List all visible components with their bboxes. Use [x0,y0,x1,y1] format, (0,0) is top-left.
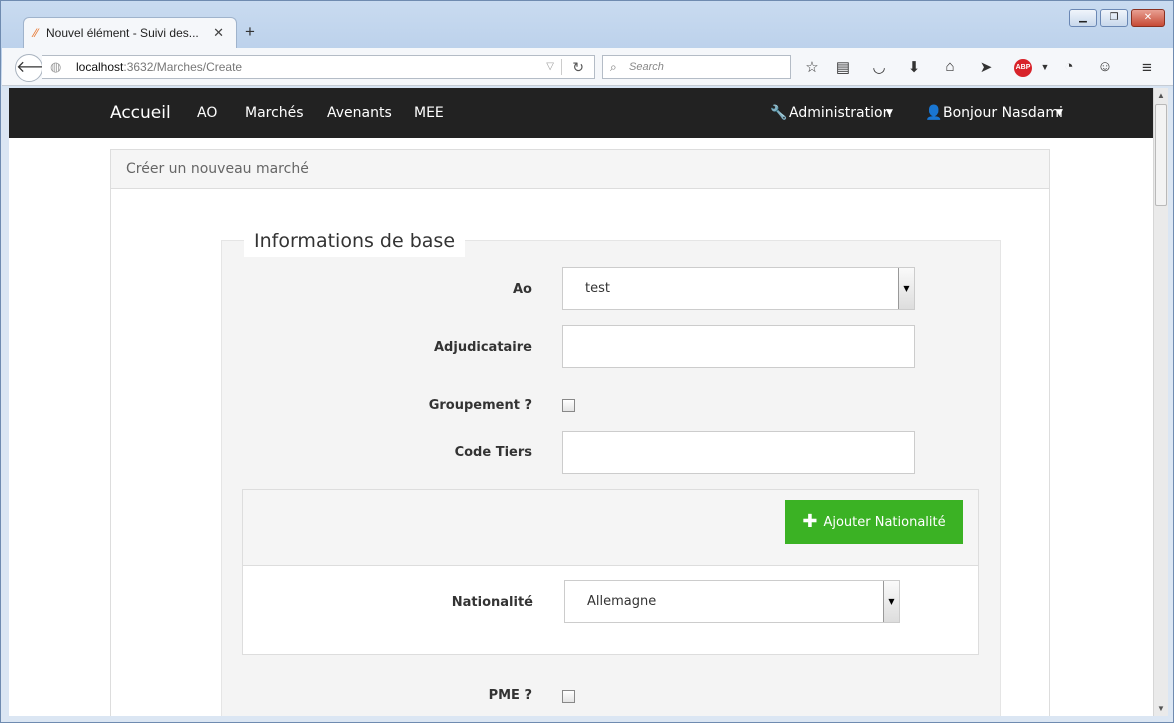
page-scrollbar[interactable]: ▲ ▼ [1153,88,1168,716]
adjudicataire-label: Adjudicataire [434,340,532,355]
minimize-button[interactable]: ▁ [1069,9,1097,27]
search-input[interactable]: ⌕ Search [602,55,791,79]
scrollbar-thumb[interactable] [1155,104,1167,206]
select-arrow-icon[interactable]: ▼ [898,268,914,309]
nationalite-panel: ✚ Ajouter Nationalité Nationalité Allemag… [242,489,979,655]
pme-checkbox[interactable] [562,690,575,703]
user-caret-icon: ▼ [1056,108,1063,118]
nav-administration[interactable]: Administration [789,88,891,138]
chat-icon[interactable]: ☺ [1095,58,1115,75]
adblock-dropdown-icon[interactable]: ▼ [1035,62,1055,72]
send-icon[interactable]: ➤ [976,58,996,76]
site-navbar: Accueil AO Marchés Avenants MEE 🔧 Admini… [9,88,1153,138]
ao-select[interactable]: test ▼ [562,267,915,310]
code-tiers-label: Code Tiers [454,445,532,460]
tab-close-icon[interactable]: ✕ [213,25,224,41]
page-content: Accueil AO Marchés Avenants MEE 🔧 Admini… [9,88,1153,716]
nationalite-panel-header: ✚ Ajouter Nationalité [243,490,978,566]
menu-icon[interactable]: ≡ [1137,58,1157,78]
add-nationalite-button[interactable]: ✚ Ajouter Nationalité [785,500,963,544]
back-button[interactable]: 🡐 [15,54,59,82]
plus-icon: ✚ [802,511,818,532]
adblock-icon[interactable]: ABP [1014,59,1032,77]
bookmark-star-icon[interactable]: ☆ [802,58,822,76]
new-tab-button[interactable]: + [245,22,255,42]
browser-tab[interactable]: ⁄⁄ Nouvel élément - Suivi des... ✕ [23,17,237,48]
url-dropdown-icon[interactable]: ▽ [546,56,554,78]
wrench-icon: 🔧 [770,105,788,121]
nav-item-ao[interactable]: AO [197,88,217,138]
globe-icon: ◍ [50,59,62,74]
nationalite-select-value: Allemagne [587,594,657,609]
maximize-button[interactable]: ❐ [1100,9,1128,27]
groupement-checkbox[interactable] [562,399,575,412]
select-arrow-icon[interactable]: ▼ [883,581,899,622]
fieldset-legend: Informations de base [244,225,466,257]
groupement-label: Groupement ? [428,398,532,413]
ao-label: Ao [513,282,532,297]
nationalite-label: Nationalité [451,595,533,610]
url-host: localhost [76,60,124,74]
nav-item-mee[interactable]: MEE [414,88,444,138]
pocket-icon[interactable]: ◡ [869,58,889,76]
create-panel: Créer un nouveau marché Ao test ▼ Adjudi… [110,149,1050,716]
user-icon: 👤 [925,105,943,121]
tab-title: Nouvel élément - Suivi des... [46,26,199,40]
url-separator [561,59,562,75]
pme-label: PME ? [488,688,532,703]
nav-user[interactable]: Bonjour Nasdami [943,88,1063,138]
url-path: :3632/Marches/Create [123,60,243,74]
ao-select-value: test [585,281,610,296]
url-bar[interactable]: ◍ localhost:3632/Marches/Create ▽ ↻ [42,55,595,79]
scroll-up-icon[interactable]: ▲ [1157,91,1165,100]
nav-item-avenants[interactable]: Avenants [327,88,392,138]
admin-caret-icon: ▼ [886,108,893,118]
nav-item-marches[interactable]: Marchés [245,88,304,138]
adjudicataire-field[interactable] [562,325,915,368]
search-placeholder: Search [629,61,664,73]
page-favicon-icon: ⁄⁄ [34,26,39,40]
download-icon[interactable]: ⬇ [904,58,924,76]
add-nationalite-label: Ajouter Nationalité [823,515,946,530]
sync-icon[interactable]: ◔ [1059,58,1079,75]
window-controls: ▁ ❐ ✕ [1069,9,1165,27]
panel-title: Créer un nouveau marché [111,150,1049,189]
home-icon[interactable]: ⌂ [940,58,960,75]
nationalite-select[interactable]: Allemagne ▼ [564,580,900,623]
nav-brand[interactable]: Accueil [110,88,171,138]
search-icon: ⌕ [610,60,617,74]
reading-list-icon[interactable]: ▤ [833,58,853,76]
scroll-down-icon[interactable]: ▼ [1157,704,1165,713]
browser-window: ▁ ❐ ✕ ⁄⁄ Nouvel élément - Suivi des... ✕… [0,0,1174,723]
close-window-button[interactable]: ✕ [1131,9,1165,27]
browser-toolbar: 🡐 ◍ localhost:3632/Marches/Create ▽ ↻ ⌕ … [2,48,1173,86]
code-tiers-field[interactable] [562,431,915,474]
reload-icon[interactable]: ↻ [572,56,584,78]
